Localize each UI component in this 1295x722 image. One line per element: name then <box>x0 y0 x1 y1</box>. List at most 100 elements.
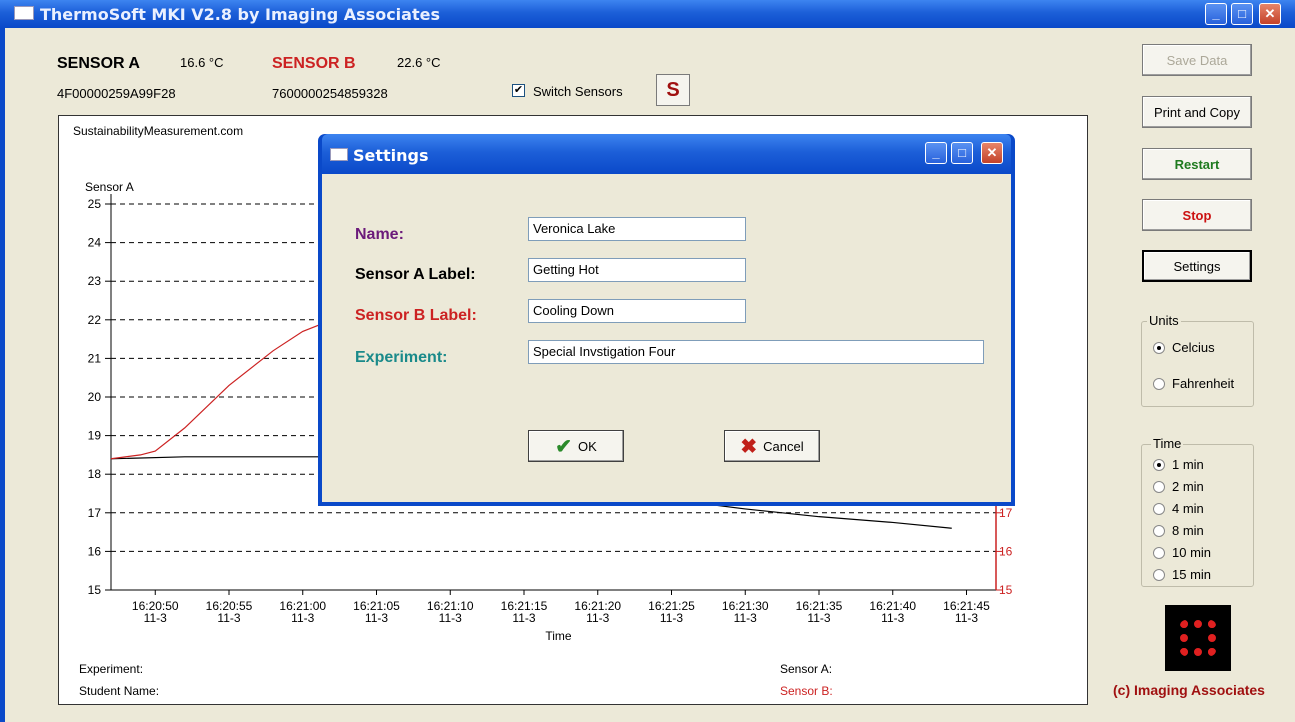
y-tick-label: 17 <box>88 506 102 520</box>
radio-label: 4 min <box>1172 501 1204 516</box>
units-group <box>1141 321 1254 407</box>
time-option-radio[interactable]: 1 min <box>1153 457 1204 472</box>
sensor-b-label-input[interactable]: Cooling Down <box>528 299 746 323</box>
x-axis-label: Time <box>545 629 572 643</box>
y-tick-label: 23 <box>88 274 102 288</box>
y-tick-label: 19 <box>88 429 102 443</box>
sensor-a-label-input[interactable]: Getting Hot <box>528 258 746 282</box>
switch-sensors-label: Switch Sensors <box>533 84 623 99</box>
x-tick-date: 11-3 <box>734 611 757 625</box>
dialog-close-icon[interactable]: ✕ <box>981 142 1003 164</box>
time-title: Time <box>1151 436 1184 451</box>
sensor-b-label: SENSOR B <box>272 55 356 72</box>
y-tick-label: 22 <box>88 313 102 327</box>
radio-dot <box>1153 546 1165 559</box>
x-tick-date: 11-3 <box>144 611 167 625</box>
dialog-body: Name: Veronica Lake Sensor A Label: Gett… <box>322 174 1011 502</box>
x-tick-date: 11-3 <box>365 611 388 625</box>
window-title: ThermoSoft MKI V2.8 by Imaging Associate… <box>40 5 440 24</box>
sensor-b-value: 22.6 °C <box>397 55 441 70</box>
units-celcius-radio[interactable]: Celcius <box>1153 340 1215 355</box>
radio-dot <box>1153 502 1165 515</box>
y-tick-label: 25 <box>88 197 102 211</box>
x-tick-date: 11-3 <box>660 611 683 625</box>
switch-sensors-checkbox[interactable]: ✔ <box>512 84 525 97</box>
sensor-a-value: 16.6 °C <box>180 55 224 70</box>
footer-sensor-a: Sensor A: <box>780 662 833 676</box>
units-fahrenheit-radio[interactable]: Fahrenheit <box>1153 376 1234 391</box>
x-tick-date: 11-3 <box>217 611 240 625</box>
dialog-minimize-icon[interactable]: _ <box>925 142 947 164</box>
imaging-associates-logo <box>1165 605 1231 671</box>
x-tick-date: 11-3 <box>881 611 904 625</box>
radio-label: 2 min <box>1172 479 1204 494</box>
sensor-b-label-label: Sensor B Label: <box>355 307 477 324</box>
x-icon: ✖ <box>740 435 758 458</box>
time-option-radio[interactable]: 4 min <box>1153 501 1204 516</box>
radio-label: 15 min <box>1172 567 1212 582</box>
footer-experiment: Experiment: <box>79 662 144 676</box>
s-button[interactable]: S <box>656 74 690 106</box>
name-input[interactable]: Veronica Lake <box>528 217 746 241</box>
sensor-a-label: SENSOR A <box>57 55 140 72</box>
close-icon[interactable]: ✕ <box>1259 3 1281 25</box>
y-tick-label: 16 <box>88 544 102 558</box>
minimize-icon[interactable]: _ <box>1205 3 1227 25</box>
dialog-titlebar: Settings _ □ ✕ <box>322 134 1011 174</box>
y-tick-label: 21 <box>88 351 102 365</box>
y-tick-label: 20 <box>88 390 102 404</box>
y-tick-label: 15 <box>88 583 102 597</box>
time-option-radio[interactable]: 8 min <box>1153 523 1204 538</box>
print-copy-button[interactable]: Print and Copy <box>1142 96 1252 128</box>
x-tick-date: 11-3 <box>807 611 830 625</box>
cancel-button[interactable]: ✖ Cancel <box>724 430 820 462</box>
sensor-b-series-line <box>110 319 333 460</box>
save-data-button[interactable]: Save Data <box>1142 44 1252 76</box>
radio-dot <box>1153 524 1165 537</box>
radio-dot <box>1153 568 1165 581</box>
y2-tick-label: 16 <box>999 544 1013 558</box>
radio-dot <box>1153 458 1165 471</box>
x-tick-date: 11-3 <box>955 611 978 625</box>
time-option-radio[interactable]: 15 min <box>1153 567 1211 582</box>
ok-label: OK <box>577 438 597 454</box>
sensor-a-label-label: Sensor A Label: <box>355 266 476 283</box>
ok-button[interactable]: ✔ OK <box>528 430 624 462</box>
copyright-text: (c) Imaging Associates <box>1113 682 1265 698</box>
footer-student: Student Name: <box>79 684 160 698</box>
maximize-icon[interactable]: □ <box>1231 3 1253 25</box>
dialog-title: Settings <box>353 146 429 165</box>
settings-dialog: Settings _ □ ✕ Name: Veronica Lake Senso… <box>318 134 1015 506</box>
x-tick-date: 11-3 <box>439 611 462 625</box>
radio-label: Fahrenheit <box>1172 376 1235 391</box>
check-icon: ✔ <box>555 435 572 458</box>
experiment-label: Experiment: <box>355 349 448 366</box>
y-axis-label: Sensor A <box>85 180 134 194</box>
sensor-a-id: 4F00000259A99F28 <box>57 86 176 101</box>
radio-label: Celcius <box>1172 340 1215 355</box>
dialog-maximize-icon[interactable]: □ <box>951 142 973 164</box>
experiment-input[interactable]: Special Invstigation Four <box>528 340 984 364</box>
y2-tick-label: 17 <box>999 506 1013 520</box>
time-option-radio[interactable]: 10 min <box>1153 545 1211 560</box>
radio-label: 1 min <box>1172 457 1204 472</box>
footer-sensor-b: Sensor B: <box>780 684 833 698</box>
time-option-radio[interactable]: 2 min <box>1153 479 1204 494</box>
x-tick-date: 11-3 <box>291 611 314 625</box>
y-tick-label: 24 <box>88 236 102 250</box>
app-icon <box>14 6 34 20</box>
settings-button[interactable]: Settings <box>1142 250 1252 282</box>
radio-dot <box>1153 377 1165 390</box>
y-tick-label: 18 <box>88 467 102 481</box>
stop-button[interactable]: Stop <box>1142 199 1252 231</box>
cancel-label: Cancel <box>763 438 804 454</box>
units-title: Units <box>1147 313 1181 328</box>
radio-label: 10 min <box>1172 545 1212 560</box>
radio-dot <box>1153 480 1165 493</box>
restart-button[interactable]: Restart <box>1142 148 1252 180</box>
x-tick-date: 11-3 <box>586 611 609 625</box>
radio-dot <box>1153 341 1165 354</box>
sensor-b-id: 7600000254859328 <box>272 86 388 101</box>
radio-label: 8 min <box>1172 523 1204 538</box>
window-border <box>0 28 5 722</box>
